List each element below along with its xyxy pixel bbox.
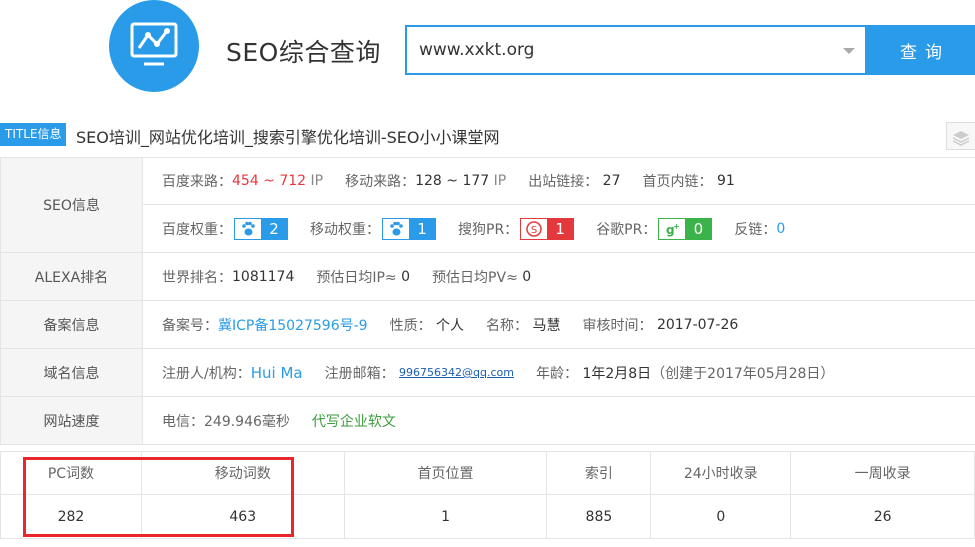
header-24h-indexed[interactable]: 24小时收录 xyxy=(651,452,792,495)
icp-number: 备案号： 冀ICP备15027596号-9 xyxy=(162,315,368,335)
baidu-weight-badge[interactable]: 2 xyxy=(234,217,288,240)
value-pc-words[interactable]: 282 xyxy=(1,495,142,539)
speed-row: 网站速度 电信：249.946毫秒 代写企业软文 xyxy=(1,397,975,445)
speed-label: 网站速度 xyxy=(1,397,143,444)
page-title-text: SEO培训_网站优化培训_搜索引擎优化培训-SEO小小课堂网 xyxy=(76,128,500,147)
svg-text:S: S xyxy=(531,225,537,236)
google-pr: 谷歌PR： g + 0 xyxy=(596,217,713,240)
registrant: 注册人/机构： Hui Ma xyxy=(162,363,303,382)
stats-table: PC词数 移动词数 首页位置 索引 24小时收录 一周收录 282 463 1 … xyxy=(0,451,975,539)
dropdown-arrow-icon[interactable] xyxy=(843,48,855,54)
baidu-paw-icon xyxy=(235,218,261,239)
info-table: SEO信息 百度来路： 454 ~ 712 IP 移动来路： 128 ~ 177… xyxy=(0,157,975,445)
icp-number-link[interactable]: 冀ICP备15027596号-9 xyxy=(218,315,368,335)
site-title: SEO综合查询 xyxy=(226,38,381,67)
alexa-row: ALEXA排名 世界排名： 1081174 预估日均IP≈ 0 预估日均PV≈ 0 xyxy=(1,253,975,301)
header-week-indexed[interactable]: 一周收录 xyxy=(791,452,975,495)
internal-links: 首页内链： 91 xyxy=(642,173,735,190)
backlinks-link[interactable]: 0 xyxy=(776,221,785,237)
value-24h-indexed[interactable]: 0 xyxy=(651,495,792,539)
header-home-position[interactable]: 首页位置 xyxy=(344,452,548,495)
icp-nature: 性质： 个人 xyxy=(389,317,465,334)
mobile-weight: 移动权重： 1 xyxy=(310,217,436,240)
baidu-paw-icon xyxy=(383,218,409,239)
google-pr-badge[interactable]: g + 0 xyxy=(658,217,713,240)
email-link[interactable]: 996756342@qq.com xyxy=(399,366,514,379)
site-logo[interactable] xyxy=(109,0,199,92)
header-mobile-words[interactable]: 移动词数 xyxy=(141,452,345,495)
world-rank: 世界排名： 1081174 xyxy=(162,268,295,286)
telecom-speed: 电信：249.946毫秒 xyxy=(162,413,290,430)
mobile-weight-badge[interactable]: 1 xyxy=(382,217,436,240)
registrant-link[interactable]: Hui Ma xyxy=(251,364,303,382)
icp-label: 备案信息 xyxy=(1,301,143,348)
daily-pv: 预估日均PV≈ 0 xyxy=(432,268,532,286)
search-box xyxy=(405,25,865,75)
seo-info-row: SEO信息 百度来路： 454 ~ 712 IP 移动来路： 128 ~ 177… xyxy=(1,158,975,253)
ad-link[interactable]: 代写企业软文 xyxy=(312,411,396,431)
mobile-traffic: 移动来路： 128 ~ 177 IP xyxy=(345,173,507,190)
sogou-icon: S xyxy=(521,218,548,239)
value-home-position[interactable]: 1 xyxy=(344,495,548,539)
stats-header-row: PC词数 移动词数 首页位置 索引 24小时收录 一周收录 xyxy=(1,452,975,495)
backlinks: 反链： 0 xyxy=(734,220,786,238)
search-input[interactable] xyxy=(419,37,819,63)
alexa-label: ALEXA排名 xyxy=(1,253,143,300)
svg-text:+: + xyxy=(673,222,680,231)
chart-monitor-icon xyxy=(130,22,178,66)
registrant-email: 注册邮箱： 996756342@qq.com xyxy=(324,365,514,382)
daily-ip: 预估日均IP≈ 0 xyxy=(316,268,411,286)
value-week-indexed[interactable]: 26 xyxy=(791,495,975,539)
domain-label: 域名信息 xyxy=(1,349,143,396)
value-mobile-words[interactable]: 463 xyxy=(141,495,345,539)
outbound-links: 出站链接： 27 xyxy=(528,173,621,190)
sogou-pr-badge[interactable]: S 1 xyxy=(520,217,575,240)
seo-info-label: SEO信息 xyxy=(1,158,143,252)
header-pc-words[interactable]: PC词数 xyxy=(1,452,142,495)
icp-audit-time: 审核时间： 2017-07-26 xyxy=(582,316,739,334)
sogou-pr: 搜狗PR： S 1 xyxy=(458,217,575,240)
baidu-weight: 百度权重： 2 xyxy=(162,217,288,240)
domain-row: 域名信息 注册人/机构： Hui Ma 注册邮箱： 996756342@qq.co… xyxy=(1,349,975,397)
value-index[interactable]: 885 xyxy=(547,495,652,539)
icp-name: 名称： 马慧 xyxy=(486,317,561,334)
search-button[interactable]: 查询 xyxy=(865,25,975,75)
stats-value-row: 282 463 1 885 0 26 xyxy=(1,495,975,539)
title-badge: TITLE信息 xyxy=(0,123,67,146)
google-plus-icon: g + xyxy=(659,218,686,239)
layers-icon[interactable] xyxy=(946,122,975,150)
domain-age: 年龄： 1年2月8日 （创建于2017年05月28日） xyxy=(535,365,835,382)
icp-row: 备案信息 备案号： 冀ICP备15027596号-9 性质： 个人 名称： 马慧 … xyxy=(1,301,975,349)
baidu-traffic: 百度来路： 454 ~ 712 IP xyxy=(162,173,324,190)
header-index[interactable]: 索引 xyxy=(547,452,652,495)
